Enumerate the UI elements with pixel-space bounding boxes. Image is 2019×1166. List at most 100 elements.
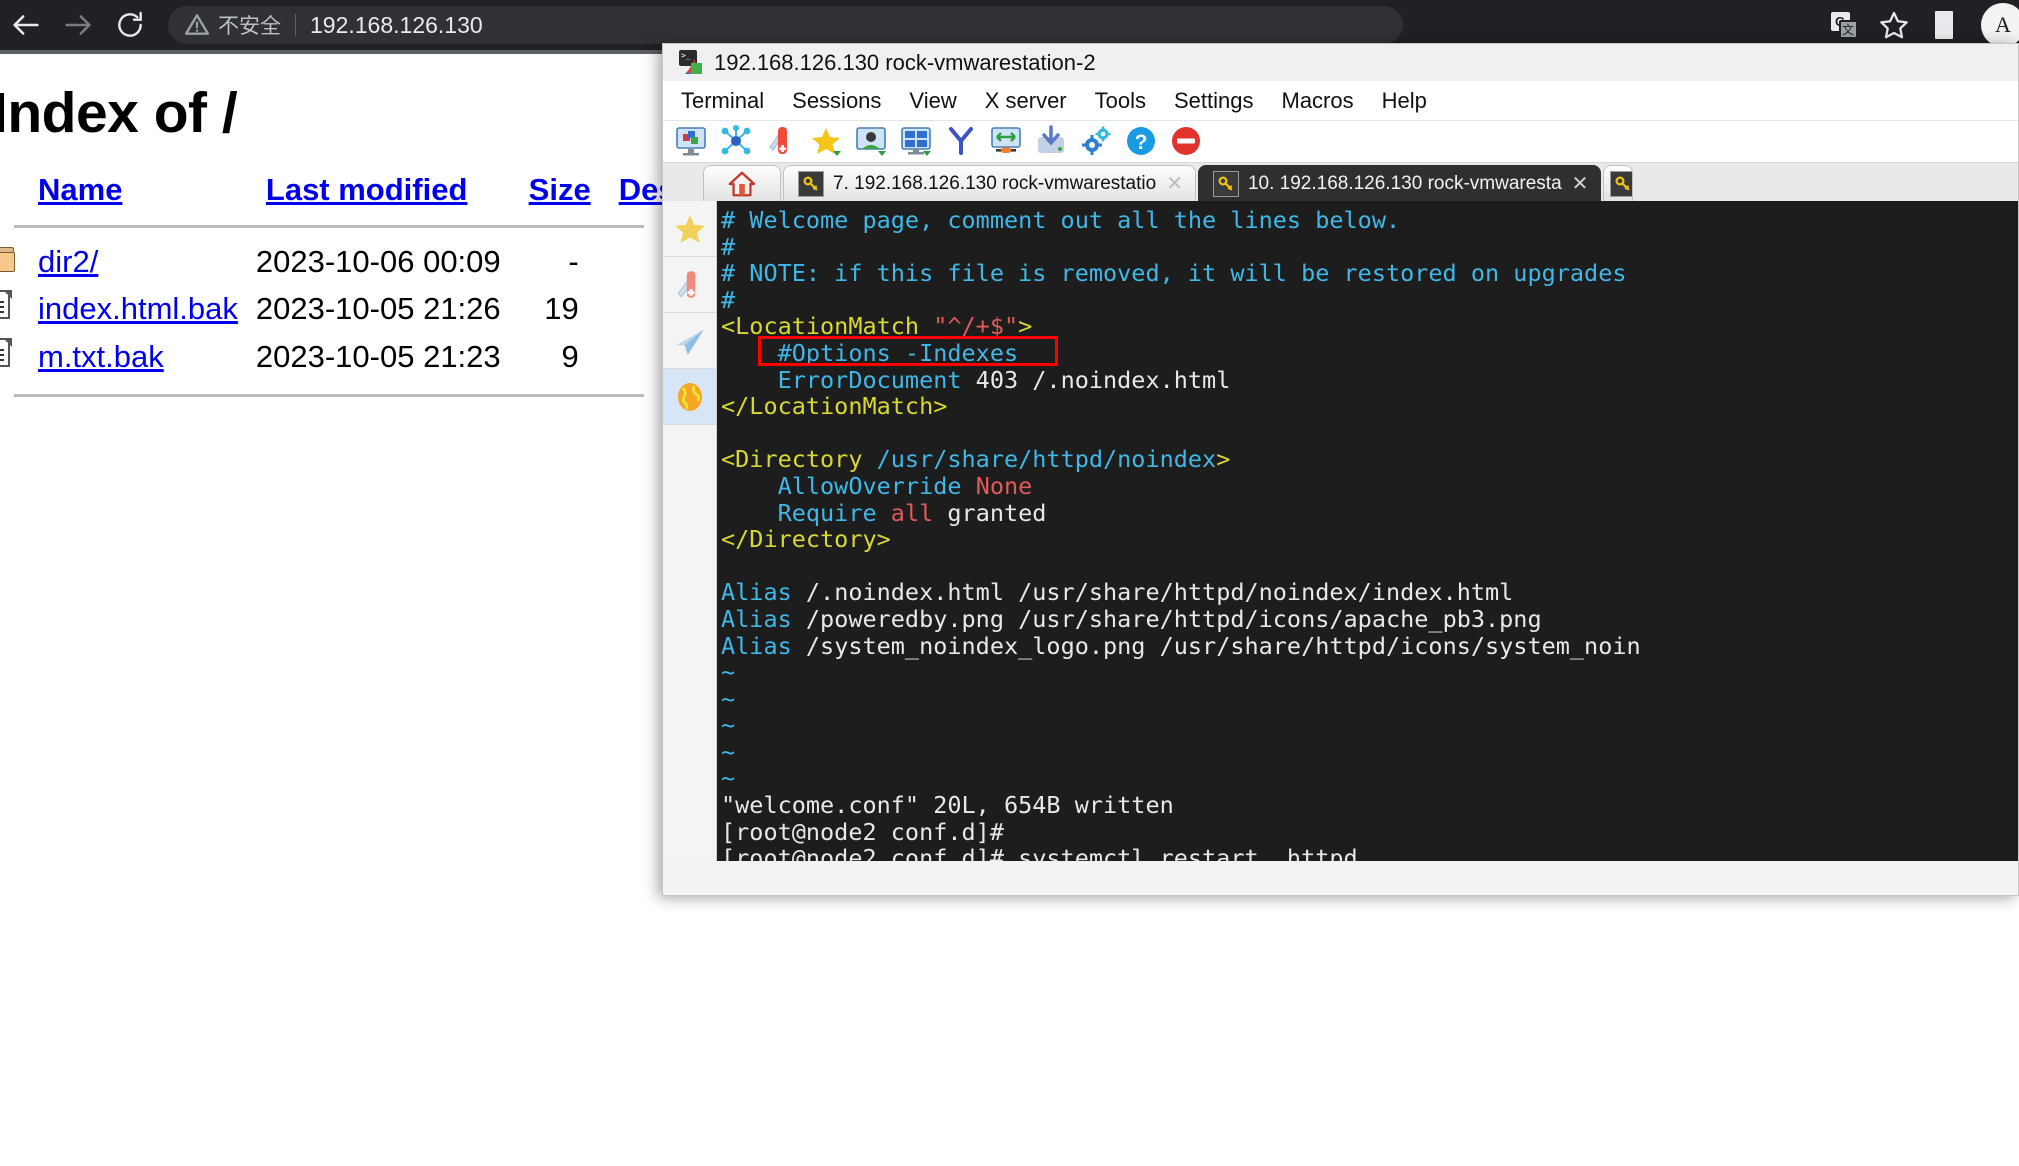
terminal-line: [root@node2 conf.d]# [721,819,2018,846]
terminal-line: ~ [721,686,2018,713]
tab-session-next[interactable] [1603,165,1633,201]
sidebar-item-browser[interactable] [663,369,716,425]
arrow-right-icon [61,8,95,42]
translate-icon: G 文 [1831,12,1858,39]
terminal-text: Alias [721,605,792,633]
sort-size-link[interactable]: Size [529,172,591,207]
settings-gears-icon[interactable] [1080,125,1114,159]
terminal-text: ~ [721,658,735,686]
menu-view[interactable]: View [895,85,970,117]
packages-download-icon[interactable] [1035,125,1069,159]
address-bar[interactable]: 不安全 192.168.126.130 [168,6,1403,44]
sort-name-link[interactable]: Name [38,172,122,207]
sidebar-item-favorites[interactable] [663,201,716,257]
key-icon [1213,171,1239,197]
svg-text:?: ? [1135,131,1148,154]
terminal-text [721,339,778,367]
tab-home[interactable] [703,165,781,201]
terminal-text: [root@node2 conf.d]# systemctl restart h… [721,844,1358,861]
terminal-line: Require all granted [721,500,2018,527]
sidebar-item-sftp[interactable] [663,313,716,369]
icon-toolbar: ? [663,121,2018,163]
terminal-text: # [721,286,735,314]
terminal-text: [root@node2 conf.d]# [721,818,1004,846]
terminal-text: "welcome.conf" 20L, 654B written [721,791,1174,819]
sidebar-item-tools[interactable] [663,257,716,313]
key-icon [798,171,824,197]
reload-button[interactable] [104,0,156,50]
terminal-line: Alias /poweredby.png /usr/share/httpd/ic… [721,606,2018,633]
terminal-text: ~ [721,685,735,713]
tools-knife-icon [673,268,707,302]
menu-terminal[interactable]: Terminal [667,85,778,117]
tab-close-icon[interactable]: ✕ [1572,171,1589,196]
terminal-text: /poweredby.png /usr/share/httpd/icons/ap… [792,605,1542,633]
terminal-text: <LocationMatch [721,312,933,340]
col-icon-header [0,172,24,214]
terminal-text: Alias [721,632,792,660]
row-modified-cell: 2023-10-06 00:09 [252,239,515,285]
file-link[interactable]: index.html.bak [38,291,238,326]
terminal-body: # Welcome page, comment out all the line… [663,201,2018,861]
terminal-text [721,366,778,394]
terminal-text: <Directory [721,445,877,473]
terminal-text: ~ [721,738,735,766]
row-modified-cell: 2023-10-05 21:26 [252,285,515,333]
reload-icon [114,9,146,41]
terminal-text: # NOTE: if this file is removed, it will… [721,259,1626,287]
servers-network-icon[interactable] [720,125,754,159]
terminal-text: ErrorDocument [778,366,962,394]
tunneling-icon[interactable] [990,125,1024,159]
file-link[interactable]: dir2/ [38,244,98,279]
star-outline-icon [1878,9,1910,41]
sort-modified-link[interactable]: Last modified [266,172,468,207]
terminal-text: Require [778,499,877,527]
terminal-text: /.noindex.html /usr/share/httpd/noindex/… [792,578,1514,606]
left-sidebar [663,201,717,861]
back-button[interactable] [0,0,52,50]
terminal-text: # Welcome page, comment out all the line… [721,206,1400,234]
multiexec-fork-icon[interactable] [945,125,979,159]
tab-label: 10. 192.168.126.130 rock-vmwaresta [1248,173,1562,195]
terminal-line: [root@node2 conf.d]# systemctl restart h… [721,845,2018,861]
security-status-label: 不安全 [218,10,281,40]
menu-tools[interactable]: Tools [1081,85,1160,117]
menu-settings[interactable]: Settings [1160,85,1268,117]
translate-glyph-cn: 文 [1839,20,1858,39]
terminal-text: all [891,499,933,527]
terminal-text: /usr/share/httpd/noindex [877,445,1217,473]
tab-session-10[interactable]: 10. 192.168.126.130 rock-vmwaresta ✕ [1198,165,1601,201]
forward-button[interactable] [52,0,104,50]
side-panel-icon [1935,11,1953,39]
help-question-icon[interactable]: ? [1125,125,1159,159]
terminal-line: ~ [721,765,2018,792]
warning-triangle-icon [184,12,210,38]
tab-session-7[interactable]: 7. 192.168.126.130 rock-vmwarestatio ✕ [783,165,1196,201]
row-icon-cell [0,239,24,285]
arrow-left-icon [9,8,43,42]
terminal-line: # NOTE: if this file is removed, it will… [721,260,2018,287]
file-link[interactable]: m.txt.bak [38,339,164,374]
tab-close-icon[interactable]: ✕ [1166,171,1183,196]
window-title: 192.168.126.130 rock-vmwarestation-2 [714,50,1096,76]
terminal-output[interactable]: # Welcome page, comment out all the line… [717,201,2018,861]
menu-x-server[interactable]: X server [971,85,1081,117]
text-file-icon [0,290,12,320]
terminal-text: </Directory> [721,525,891,553]
favorites-star-icon[interactable] [810,125,844,159]
tools-knife-icon[interactable] [765,125,799,159]
menu-sessions[interactable]: Sessions [778,85,895,117]
text-file-icon [0,338,12,368]
row-name-cell: m.txt.bak [24,333,252,381]
menu-macros[interactable]: Macros [1268,85,1368,117]
home-icon [727,169,757,199]
row-icon-cell [0,285,24,333]
url-text: 192.168.126.130 [310,12,483,39]
split-view-icon[interactable] [900,125,934,159]
menu-help[interactable]: Help [1368,85,1441,117]
user-sessions-icon[interactable] [855,125,889,159]
exit-stop-icon[interactable] [1170,125,1204,159]
terminal-line [721,420,2018,447]
terminal-line: Alias /system_noindex_logo.png /usr/shar… [721,633,2018,660]
session-monitor-icon[interactable] [675,125,709,159]
